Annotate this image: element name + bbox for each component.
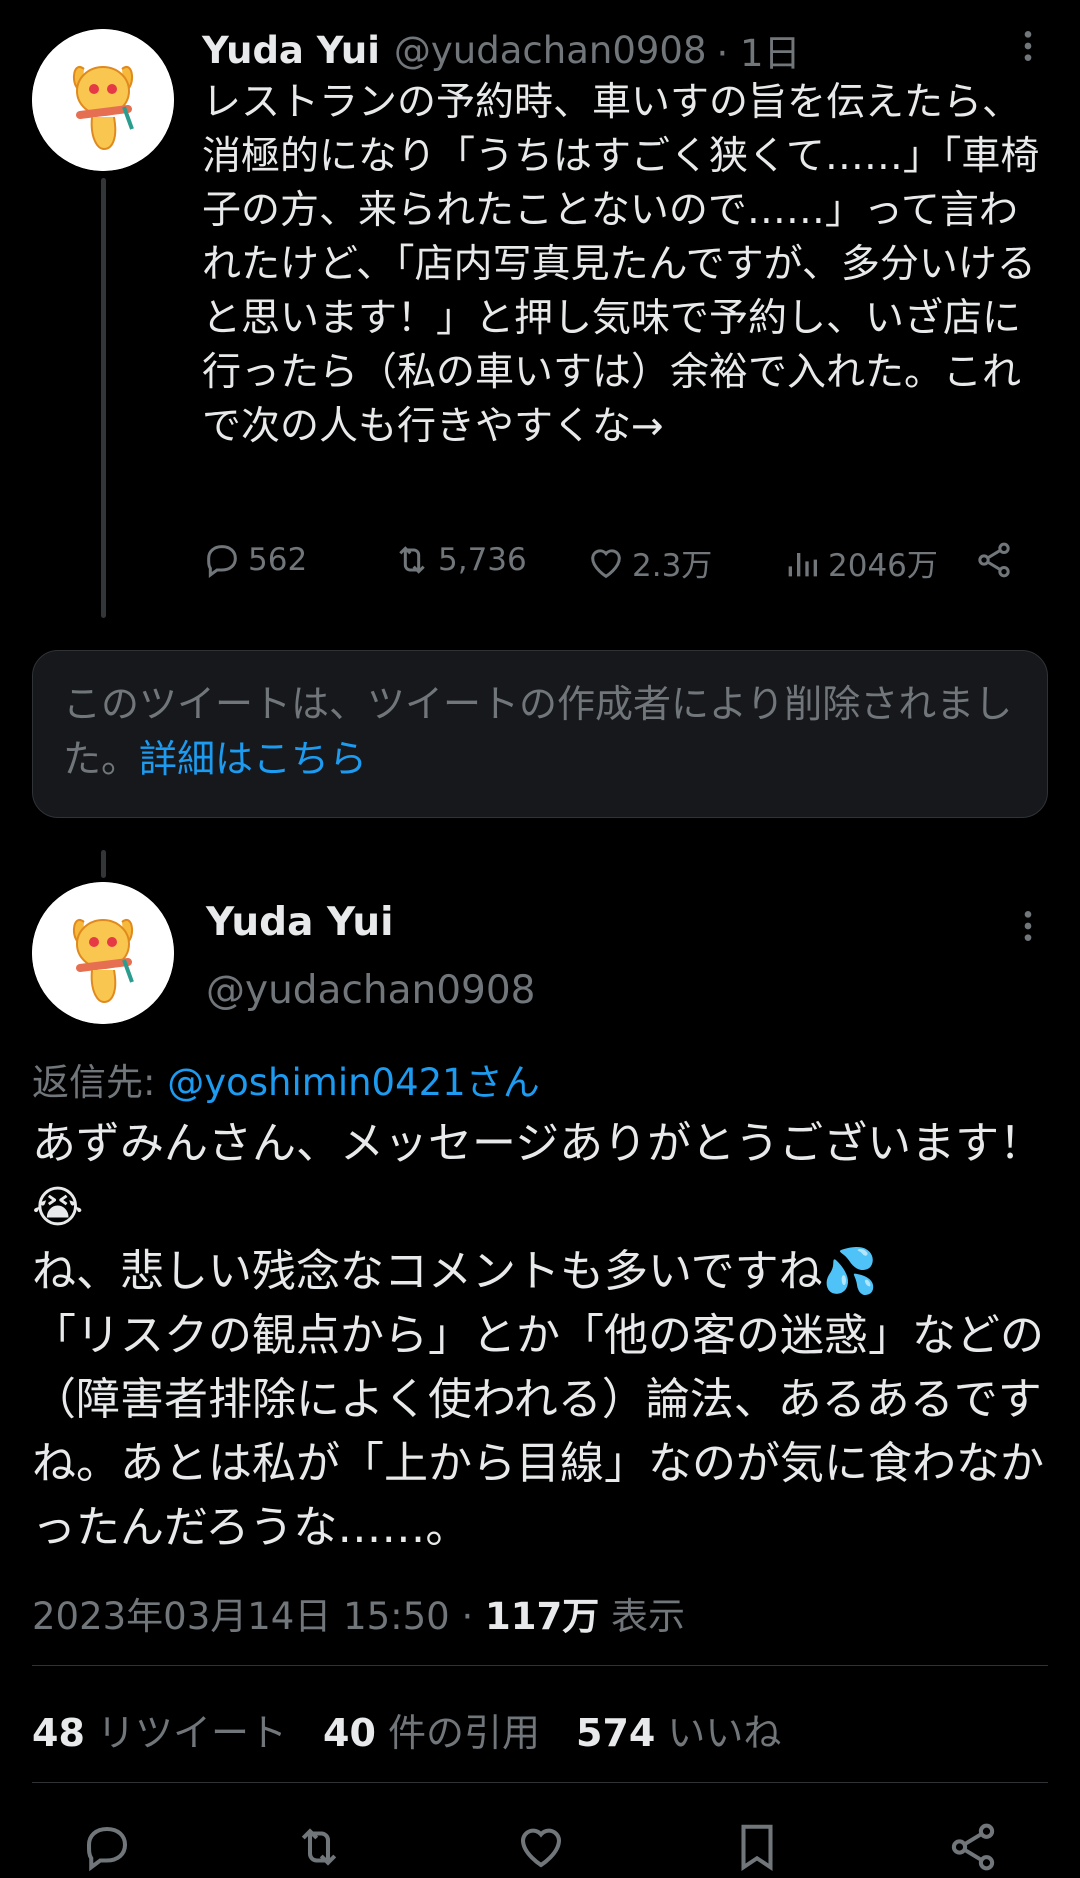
retweets-label: リツイート [96, 1711, 287, 1755]
view-label: 表示 [611, 1595, 686, 1638]
more-icon[interactable] [1008, 26, 1048, 66]
avatar[interactable] [32, 29, 174, 171]
retweet-button[interactable]: 5,736 [392, 540, 527, 580]
views-icon [788, 552, 817, 576]
retweets-stat[interactable]: 48 リツイート [32, 1702, 287, 1757]
retweet-icon[interactable] [292, 1820, 346, 1874]
views-button[interactable]: 2046万 [782, 540, 938, 585]
like-icon[interactable] [514, 1820, 568, 1874]
quotes-label: 件の引用 [387, 1711, 540, 1755]
tweet-text: あずみんさん、メッセージありがとうございます！😭 ね、悲しい残念なコメントも多い… [32, 1118, 1044, 1553]
likes-label: いいね [667, 1711, 782, 1755]
reply-icon[interactable] [80, 1820, 134, 1874]
tweet-2: Yuda Yui @yudachan0908 返信先: @yoshimin042… [0, 880, 1080, 1872]
reply-to-line: 返信先: @yoshimin0421さん [32, 1052, 540, 1106]
likes-count: 574 [576, 1711, 656, 1755]
learn-more-link[interactable]: 詳細はこちら [139, 737, 367, 781]
avatar[interactable] [32, 882, 174, 1024]
avatar-illustration [32, 29, 174, 171]
display-name[interactable]: Yuda Yui [202, 29, 380, 72]
like-button[interactable]: 2.3万 [586, 540, 712, 585]
quotes-count: 40 [323, 1711, 376, 1755]
display-name[interactable]: Yuda Yui [206, 900, 394, 945]
thread-line [101, 850, 106, 878]
like-icon [591, 548, 621, 578]
divider [32, 1665, 1048, 1666]
views-count: 2046万 [828, 548, 938, 584]
deleted-tweet-notice: このツイートは、ツイートの作成者により削除されました。詳細はこちら [32, 650, 1048, 818]
handle[interactable]: @yudachan0908 [394, 29, 707, 72]
view-count: 117万 [485, 1595, 600, 1638]
likes-stat[interactable]: 574 いいね [576, 1702, 781, 1757]
reply-icon [207, 545, 237, 578]
timestamp[interactable]: 2023年03月14日 15:50 · [32, 1595, 473, 1638]
bookmark-icon[interactable] [730, 1820, 784, 1874]
retweets-count: 48 [32, 1711, 85, 1755]
tweet-text: レストランの予約時、車いすの旨を伝えたら、消極的になり「うちはすごく狭くて……」… [202, 80, 1040, 449]
deleted-notice-text: このツイートは、ツイートの作成者により削除されました。詳細はこちら [63, 677, 1023, 787]
share-icon[interactable] [946, 1820, 1000, 1874]
reply-button[interactable]: 562 [202, 540, 307, 580]
share-button[interactable] [974, 540, 1014, 580]
quotes-stat[interactable]: 40 件の引用 [323, 1702, 540, 1757]
reply-to-mention[interactable]: @yoshimin0421さん [167, 1061, 539, 1104]
more-icon[interactable] [1008, 906, 1048, 946]
tweet-header: Yuda Yui @yudachan0908 · 1日 [202, 22, 1002, 78]
retweet-count: 5,736 [438, 542, 527, 578]
tweet-actions: 562 5,736 2.3万 2046万 [202, 540, 1022, 592]
handle[interactable]: @yudachan0908 [206, 968, 535, 1013]
divider [32, 1782, 1048, 1783]
retweet-icon [399, 546, 425, 574]
tweet-meta: 2023年03月14日 15:50 · 117万 表示 [32, 1586, 685, 1640]
engagement-stats: 48 リツイート 40 件の引用 574 いいね [32, 1702, 781, 1757]
tweet-1[interactable]: Yuda Yui @yudachan0908 · 1日 レストランの予約時、車い… [0, 0, 1080, 630]
tweet-time[interactable]: · 1日 [717, 23, 801, 77]
reply-count: 562 [248, 542, 308, 578]
like-count: 2.3万 [632, 548, 713, 584]
share-icon [978, 542, 1010, 578]
reply-prefix: 返信先: [32, 1061, 156, 1104]
thread-line [101, 178, 106, 618]
avatar-illustration [32, 882, 174, 1024]
